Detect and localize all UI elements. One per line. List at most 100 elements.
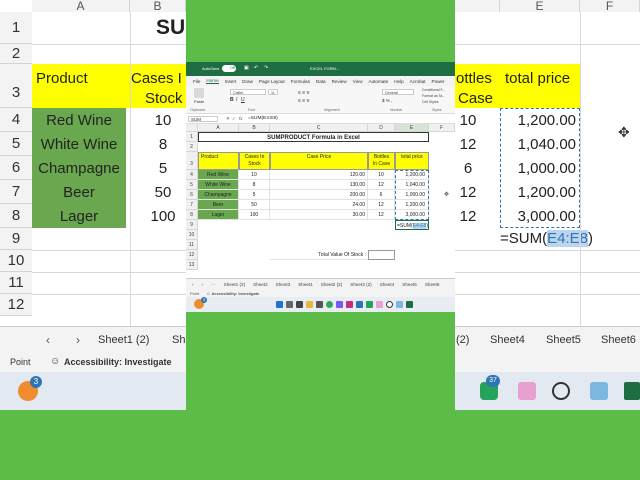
bg-status-accessibility[interactable]: Accessibility: Investigate bbox=[64, 357, 172, 367]
word-icon[interactable] bbox=[356, 301, 363, 308]
row-header-2[interactable]: 2 bbox=[186, 142, 198, 152]
tab-sheet2-2[interactable]: Sheet2 (2) bbox=[321, 282, 342, 287]
total-value-cell[interactable] bbox=[368, 250, 395, 260]
row-header-13[interactable]: 13 bbox=[186, 260, 198, 270]
cell-price-3[interactable]: 200.00 bbox=[270, 190, 368, 200]
row-header-6[interactable]: 6 bbox=[186, 190, 198, 200]
tab-sheet1[interactable]: Sheet1 bbox=[298, 282, 313, 287]
menu-acrobat[interactable]: Acrobat bbox=[410, 79, 426, 84]
menu-automate[interactable]: Automate bbox=[369, 79, 389, 84]
select-all[interactable] bbox=[186, 124, 198, 132]
bg-tab-sh[interactable]: Sh bbox=[172, 334, 185, 346]
menu-insert[interactable]: Insert bbox=[225, 79, 237, 84]
paste-label[interactable]: Paste bbox=[194, 99, 204, 104]
chatgpt-taskbar-icon[interactable] bbox=[386, 301, 393, 308]
menu-review[interactable]: Review bbox=[332, 79, 347, 84]
cell-price-1[interactable]: 120.00 bbox=[270, 170, 368, 180]
photos-taskbar-icon[interactable] bbox=[396, 301, 403, 308]
status-accessibility[interactable]: Accessibility: Investigate bbox=[211, 291, 259, 296]
excel-icon[interactable] bbox=[624, 382, 640, 400]
menu-home[interactable]: Home bbox=[206, 78, 219, 84]
bg-tab-sheet5[interactable]: Sheet5 bbox=[546, 334, 581, 346]
cell-product-5[interactable]: Lager bbox=[198, 210, 239, 220]
cell-cases-5[interactable]: 100 bbox=[239, 210, 270, 220]
paint-icon[interactable] bbox=[518, 382, 536, 400]
row-header-4[interactable]: 4 bbox=[186, 170, 198, 180]
menu-data[interactable]: Data bbox=[316, 79, 326, 84]
menu-help[interactable]: Help bbox=[394, 79, 403, 84]
cell-product-3[interactable]: Champagne bbox=[198, 190, 239, 200]
cell-product-2[interactable]: White Wine bbox=[198, 180, 239, 190]
prev-sheet-icon[interactable]: ‹ bbox=[46, 333, 50, 347]
cell-price-4[interactable]: 24.00 bbox=[270, 200, 368, 210]
prev-sheets-icon[interactable]: ‹ bbox=[192, 282, 194, 287]
photos-icon[interactable] bbox=[590, 382, 608, 400]
cell-bottles-3[interactable]: 6 bbox=[368, 190, 395, 200]
paste-icon[interactable] bbox=[194, 88, 204, 98]
col-header-b[interactable]: B bbox=[239, 124, 270, 132]
task-view-icon[interactable] bbox=[296, 301, 303, 308]
tab-sheet6[interactable]: Sheet6 bbox=[425, 282, 440, 287]
whatsapp-taskbar-icon[interactable] bbox=[366, 301, 373, 308]
header-total-price[interactable]: total price bbox=[395, 152, 429, 170]
more-sheets-icon[interactable]: ··· bbox=[211, 282, 216, 287]
col-header-d[interactable]: D bbox=[368, 124, 395, 132]
cell-price-2[interactable]: 130.00 bbox=[270, 180, 368, 190]
chatgpt-icon[interactable] bbox=[552, 382, 570, 400]
cell-cases-3[interactable]: 5 bbox=[239, 190, 270, 200]
cell-cases-1[interactable]: 10 bbox=[239, 170, 270, 180]
undo-icon[interactable]: ↶ bbox=[254, 65, 258, 71]
font-size-select[interactable]: 11 bbox=[268, 89, 278, 95]
cell-bottles-5[interactable]: 12 bbox=[368, 210, 395, 220]
bold-icon[interactable]: B bbox=[230, 97, 234, 103]
name-box[interactable]: SUM bbox=[188, 116, 218, 122]
col-header-e[interactable]: E bbox=[395, 124, 429, 132]
row-header-7[interactable]: 7 bbox=[186, 200, 198, 210]
bg-tab-sheet1-2[interactable]: Sheet1 (2) bbox=[98, 334, 149, 346]
tab-sheet4[interactable]: Sheet4 bbox=[380, 282, 395, 287]
format-table-button[interactable]: Format as Ta... bbox=[422, 94, 445, 98]
cell-styles-button[interactable]: Cell Styles bbox=[422, 100, 439, 104]
sheet-title[interactable]: SUMPRODUCT Formula in Excel bbox=[198, 132, 429, 142]
number-format-select[interactable]: General bbox=[382, 89, 414, 95]
tab-sheet3-2[interactable]: Sheet3 (2) bbox=[350, 282, 371, 287]
cell-price-5[interactable]: 30.00 bbox=[270, 210, 368, 220]
cancel-icon[interactable]: ✕ bbox=[226, 116, 230, 122]
chrome-icon[interactable] bbox=[326, 301, 333, 308]
total-value-label[interactable]: Total Value Of Stock : bbox=[270, 250, 368, 260]
menu-draw[interactable]: Draw bbox=[242, 79, 253, 84]
tab-sheet5[interactable]: Sheet5 bbox=[402, 282, 417, 287]
row-header-9[interactable]: 9 bbox=[186, 220, 198, 230]
search-icon[interactable] bbox=[286, 301, 293, 308]
row-header-10[interactable]: 10 bbox=[186, 230, 198, 240]
save-icon[interactable]: ▣ bbox=[244, 65, 249, 71]
tab-sheet1-2[interactable]: Sheet1 (2) bbox=[224, 282, 245, 287]
menu-page-layout[interactable]: Page Layout bbox=[259, 79, 285, 84]
col-header-c[interactable]: C bbox=[270, 124, 368, 132]
cell-cases-2[interactable]: 8 bbox=[239, 180, 270, 190]
start-icon[interactable] bbox=[276, 301, 283, 308]
row-header-5[interactable]: 5 bbox=[186, 180, 198, 190]
cell-bottles-2[interactable]: 12 bbox=[368, 180, 395, 190]
row-header-1[interactable]: 1 bbox=[186, 132, 198, 142]
next-sheets-icon[interactable]: › bbox=[202, 282, 204, 287]
cell-bottles-4[interactable]: 12 bbox=[368, 200, 395, 210]
header-case-price[interactable]: Case Price bbox=[270, 152, 368, 170]
formula-input[interactable]: =SUM(E4:E8) bbox=[248, 116, 278, 121]
paint-taskbar-icon[interactable] bbox=[376, 301, 383, 308]
conditional-format-button[interactable]: Conditional F... bbox=[422, 88, 445, 92]
currency-icon[interactable]: $ % , bbox=[382, 98, 392, 103]
redo-icon[interactable]: ↷ bbox=[264, 65, 268, 71]
store-icon[interactable] bbox=[316, 301, 323, 308]
tab-sheet2[interactable]: Sheet2 bbox=[253, 282, 268, 287]
cell-bottles-1[interactable]: 10 bbox=[368, 170, 395, 180]
header-product[interactable]: Product bbox=[198, 152, 239, 170]
bg-tab-sheet6[interactable]: Sheet6 bbox=[601, 334, 636, 346]
font-name-select[interactable]: Calibri bbox=[230, 89, 266, 95]
header-cases[interactable]: Cases In Stock bbox=[239, 152, 270, 170]
excel-taskbar-icon[interactable] bbox=[406, 301, 413, 308]
next-sheet-icon[interactable]: › bbox=[76, 333, 80, 347]
align-icon[interactable]: ≡ ≡ ≡ bbox=[298, 90, 310, 96]
bg-tab-sheet4[interactable]: Sheet4 bbox=[490, 334, 525, 346]
row-header-11[interactable]: 11 bbox=[186, 240, 198, 250]
